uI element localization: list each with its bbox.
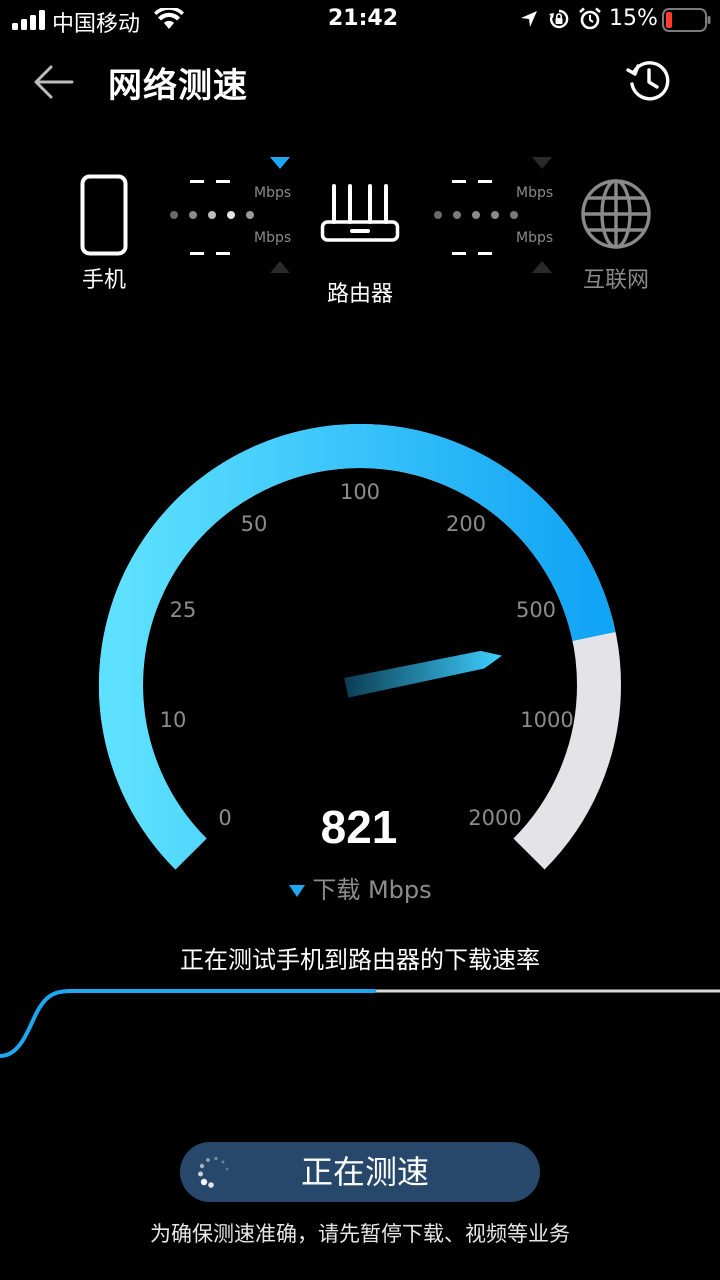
page-title: 网络测速 [108,66,248,106]
gauge-tick-25: 25 [169,598,197,622]
battery-icon [662,8,711,32]
left-download-value [190,252,240,260]
right-download-value [452,252,502,260]
gauge-tick-50: 50 [240,512,268,536]
measurement-tip: 为确保测速准确，请先暂停下载、视频等业务 [150,1222,570,1246]
left-link: Mbps Mbps [160,150,310,280]
speed-unit-label: 下载 Mbps [312,876,432,904]
router-label: 路由器 [326,282,393,307]
clock-time: 21:42 [328,6,399,31]
gauge-tick-100: 100 [339,480,381,504]
back-arrow-icon[interactable] [32,62,74,102]
gauge-fill [98,424,616,870]
status-bar: 中国移动 21:42 15% [0,0,720,40]
alarm-icon [579,7,601,30]
right-upload-value [452,180,502,188]
download-arrow-icon [532,157,552,169]
testing-button[interactable]: 正在测速 [180,1142,540,1202]
right-upload-unit: Mbps [516,185,554,201]
left-download-unit: Mbps [254,230,292,246]
gauge-tick-2000: 2000 [468,806,522,830]
history-clock-icon[interactable] [626,58,672,104]
test-progress-bar [0,989,720,1058]
testing-button-label: 正在测速 [300,1153,429,1191]
upload-arrow-icon [270,261,290,273]
gauge-needle [344,650,502,698]
gauge-tick-500: 500 [515,598,557,622]
phone-icon [80,174,128,256]
test-status-text: 正在测试手机到路由器的下载速率 [180,946,540,974]
location-arrow-icon [521,11,537,27]
rotation-lock-icon [549,9,569,29]
router-icon [320,184,400,242]
internet-label: 互联网 [582,268,649,293]
speed-direction: 下载 Mbps [230,870,490,905]
gauge-tick-1000: 1000 [520,708,574,732]
speed-test-screen: 中国移动 21:42 15% 网络测速 手机 Mbps Mbps 路由器 Mbp… [0,0,720,1280]
download-arrow-active-icon [270,157,290,169]
right-download-unit: Mbps [516,230,554,246]
gauge-tick-10: 10 [159,708,187,732]
upload-arrow-icon [532,261,552,273]
gauge-tick-0: 0 [218,806,232,830]
right-link: Mbps Mbps [422,150,572,280]
download-triangle-icon [289,885,306,897]
left-upload-value [190,180,240,188]
carrier-name: 中国移动 [52,12,141,37]
battery-percent: 15% [609,6,658,31]
signal-icon [12,10,45,30]
wifi-icon [154,8,184,29]
globe-icon [581,179,651,249]
progress-fill [0,989,377,1058]
speed-value: 821 [320,801,398,853]
left-upload-unit: Mbps [254,185,292,201]
gauge-tick-200: 200 [445,512,487,536]
phone-label: 手机 [81,268,126,293]
